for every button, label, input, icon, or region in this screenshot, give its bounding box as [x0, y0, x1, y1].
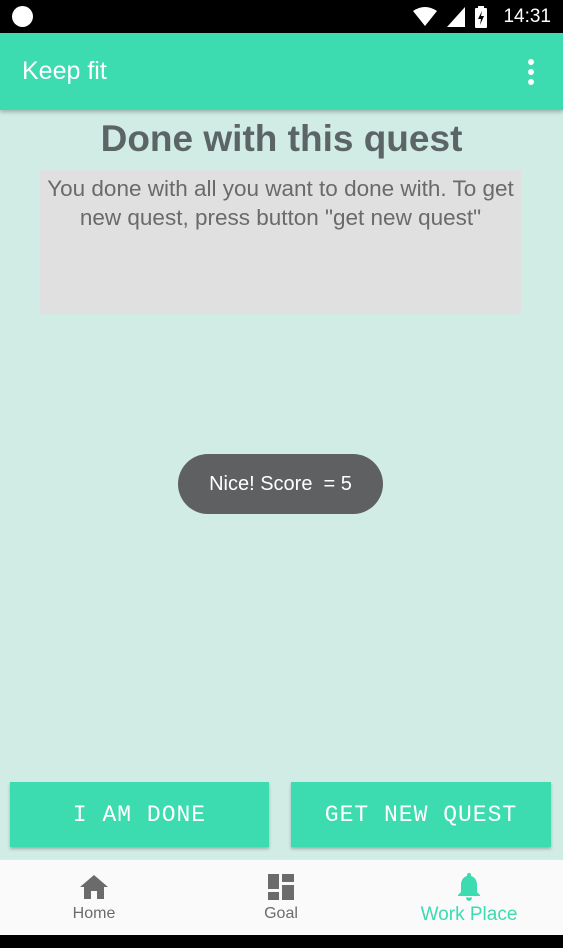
- score-toast: Nice! Score = 5: [178, 454, 383, 514]
- status-time: 14:31: [503, 5, 551, 27]
- app-bar: Keep fit: [0, 33, 563, 110]
- home-icon: [80, 875, 108, 899]
- status-icons: 14:31: [413, 0, 551, 33]
- menu-dot: [528, 79, 534, 85]
- dashboard-icon: [268, 874, 294, 900]
- bottom-navigation: Home Goal Work Place: [0, 859, 563, 936]
- app-title: Keep fit: [22, 57, 107, 85]
- main-content: Done with this quest You done with all y…: [0, 110, 563, 859]
- nav-label-work-place: Work Place: [420, 904, 518, 925]
- i-am-done-button[interactable]: I AM DONE: [10, 782, 269, 847]
- bell-icon: [458, 873, 480, 901]
- system-navigation-bar: [0, 935, 563, 948]
- quest-title: Done with this quest: [100, 118, 463, 159]
- nav-label-home: Home: [72, 905, 116, 922]
- menu-dot: [528, 69, 534, 75]
- quest-description: You done with all you want to done with.…: [47, 176, 514, 230]
- menu-dot: [528, 59, 534, 65]
- overflow-menu-icon[interactable]: [519, 57, 543, 87]
- cellular-signal-icon: [447, 6, 466, 27]
- nav-item-work-place[interactable]: Work Place: [375, 860, 563, 936]
- nav-label-goal: Goal: [264, 905, 298, 922]
- wifi-icon: [413, 6, 438, 26]
- notification-dot-icon: [12, 6, 33, 27]
- nav-item-goal[interactable]: Goal: [187, 860, 375, 936]
- get-new-quest-button[interactable]: GET NEW QUEST: [291, 782, 551, 847]
- quest-description-box: You done with all you want to done with.…: [40, 170, 521, 314]
- nav-item-home[interactable]: Home: [0, 860, 188, 936]
- battery-charging-icon: [475, 5, 488, 28]
- status-bar: 14:31: [0, 0, 563, 33]
